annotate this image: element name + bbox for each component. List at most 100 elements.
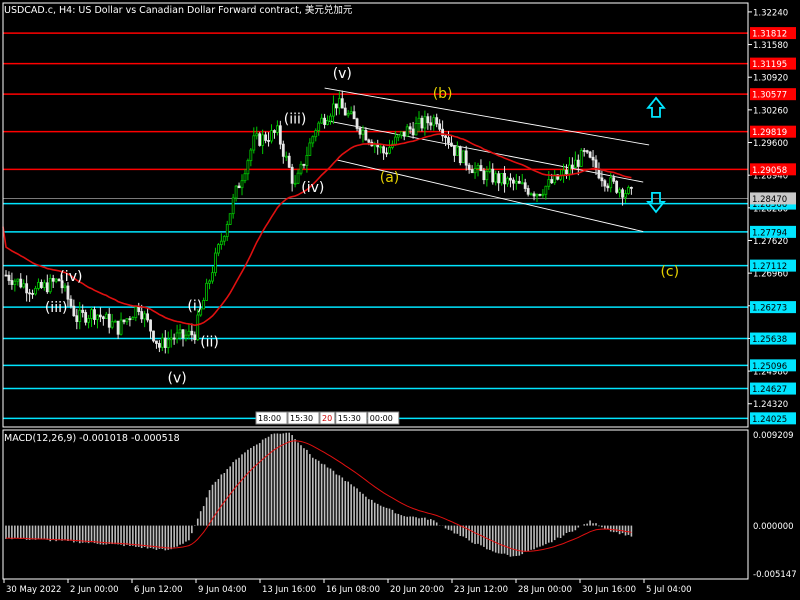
- time-tick-label: 23 Jun 12:00: [454, 585, 508, 595]
- candle-body: [214, 252, 217, 274]
- candle-body: [25, 283, 29, 294]
- wave-label: (ii): [200, 334, 219, 350]
- candle-body: [137, 306, 141, 312]
- candle-body: [157, 343, 161, 348]
- candle-body: [340, 98, 344, 109]
- candle-body: [10, 280, 14, 285]
- candle-body: [299, 163, 303, 174]
- candle-body: [190, 330, 194, 336]
- candle-body: [337, 98, 341, 109]
- time-tick-label: 5 Jul 04:00: [646, 585, 692, 595]
- candle-body: [63, 285, 67, 289]
- wave-label: (iv): [59, 269, 82, 285]
- candle-body: [582, 150, 586, 152]
- candle-body: [311, 136, 315, 144]
- candle-body: [231, 197, 235, 215]
- candle-body: [393, 136, 397, 145]
- price-tick-label: 1.30260: [753, 106, 788, 116]
- wave-label: (v): [167, 370, 186, 386]
- candle-body: [423, 116, 427, 129]
- candle-body: [131, 317, 135, 320]
- time-tick-label: 6 Jun 12:00: [134, 585, 183, 595]
- candle-body: [166, 339, 170, 348]
- red-level-value: 1.30577: [752, 91, 787, 101]
- candle-body: [293, 182, 297, 185]
- candle-body: [122, 319, 126, 323]
- candle-body: [54, 278, 58, 282]
- candle-body: [284, 155, 288, 158]
- candle-body: [512, 179, 515, 184]
- time-tick-label: 16 Jun 08:00: [326, 585, 380, 595]
- cyan-level-value: 1.26273: [752, 304, 787, 314]
- candle-body: [438, 123, 442, 130]
- candle-body: [163, 337, 167, 348]
- candle-body: [228, 213, 232, 225]
- candle-body: [364, 129, 368, 141]
- time-tick-label: 20 Jun 20:00: [390, 585, 444, 595]
- time-box-label: 20: [322, 414, 332, 423]
- price-tick-label: 1.29600: [753, 139, 788, 149]
- candle-body: [367, 139, 371, 143]
- time-box-label: 15:30: [338, 414, 361, 423]
- candle-body: [69, 298, 73, 307]
- cyan-level-value: 1.27112: [752, 262, 787, 272]
- candle-body: [573, 159, 577, 168]
- candle-body: [597, 168, 601, 179]
- wave-label: (c): [660, 264, 679, 280]
- candle-body: [90, 309, 93, 319]
- candle-body: [420, 117, 424, 129]
- cyan-level-value: 1.24025: [752, 415, 787, 425]
- candle-body: [355, 118, 359, 129]
- candle-body: [612, 177, 616, 182]
- candle-body: [101, 316, 105, 320]
- candle-body: [491, 168, 495, 183]
- candle-body: [429, 122, 433, 126]
- candle-body: [81, 309, 85, 313]
- candle-body: [470, 169, 474, 174]
- candle-body: [87, 318, 90, 323]
- candle-body: [119, 319, 123, 335]
- candle-body: [116, 320, 120, 335]
- candle-body: [520, 182, 524, 185]
- candle-body: [302, 163, 306, 166]
- red-level-value: 1.31195: [752, 60, 787, 70]
- candle-body: [208, 280, 211, 284]
- candle-body: [609, 177, 613, 189]
- candle-body: [329, 115, 332, 122]
- cyan-level-value: 1.25638: [752, 335, 787, 345]
- candle-body: [550, 179, 554, 184]
- candle-body: [13, 280, 17, 285]
- candle-body: [193, 334, 197, 341]
- candle-body: [125, 318, 129, 323]
- candle-body: [281, 143, 285, 157]
- wave-label: (a): [380, 170, 400, 186]
- candle-body: [273, 130, 276, 133]
- red-level-value: 1.31812: [752, 30, 787, 40]
- wave-label: (v): [333, 66, 352, 82]
- candle-body: [455, 146, 459, 156]
- candle-body: [473, 168, 477, 174]
- candle-body: [323, 117, 327, 125]
- candle-body: [308, 142, 312, 156]
- macd-tick-label: -0.005147: [753, 570, 797, 580]
- candle-body: [585, 150, 589, 153]
- price-chart[interactable]: (v) (iii) (iv) (b) (a) (iv) (iii) (i) (ii) (v) (c)…: [0, 0, 800, 600]
- time-tick-label: 13 Jun 16:00: [262, 585, 316, 595]
- candle-body: [234, 185, 238, 199]
- candle-body: [494, 173, 498, 183]
- candle-body: [202, 300, 206, 310]
- candle-body: [379, 146, 383, 149]
- candle-body: [624, 193, 627, 198]
- time-tick-label: 30 Jun 16:00: [582, 585, 636, 595]
- candle-body: [40, 281, 43, 288]
- wave-label: (iii): [45, 300, 68, 316]
- candle-body: [529, 193, 533, 196]
- candle-body: [314, 130, 318, 138]
- candle-body: [240, 180, 244, 189]
- candle-body: [606, 185, 610, 189]
- candle-body: [382, 146, 386, 154]
- candle-body: [78, 309, 82, 322]
- candle-body: [621, 189, 624, 198]
- candle-body: [600, 177, 604, 182]
- candle-body: [467, 164, 471, 170]
